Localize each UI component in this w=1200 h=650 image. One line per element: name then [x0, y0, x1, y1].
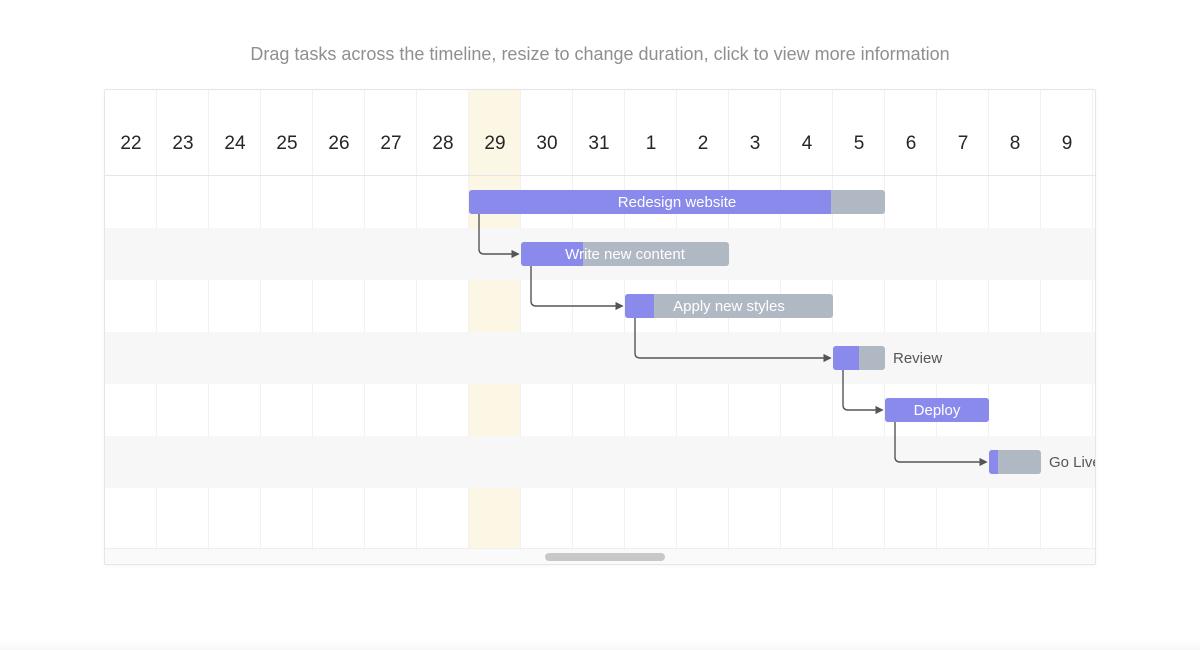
task-label: Review — [885, 346, 942, 370]
task-bar-content[interactable]: Write new content — [521, 242, 729, 266]
gantt-bars: Redesign website Write new content Apply n… — [105, 176, 1095, 548]
task-bar-golive[interactable]: Go Live — [989, 450, 1041, 474]
task-progress — [521, 242, 583, 266]
task-progress — [469, 190, 831, 214]
task-bar-styles[interactable]: Apply new styles — [625, 294, 833, 318]
task-bar-review[interactable]: Review — [833, 346, 885, 370]
horizontal-scrollbar[interactable] — [105, 548, 1095, 564]
task-progress — [625, 294, 654, 318]
instruction-caption: Drag tasks across the timeline, resize t… — [0, 0, 1200, 89]
task-progress — [989, 450, 998, 474]
scrollbar-thumb[interactable] — [545, 553, 665, 561]
gantt-chart[interactable]: 22232425262728293031123456789 Redesign w… — [104, 89, 1096, 565]
task-bar-redesign[interactable]: Redesign website — [469, 190, 885, 214]
task-progress — [885, 398, 989, 422]
task-bar-deploy[interactable]: Deploy — [885, 398, 989, 422]
task-label: Go Live — [1041, 450, 1096, 474]
task-progress — [833, 346, 859, 370]
page-floor-shadow — [0, 640, 1200, 650]
task-remaining — [625, 294, 833, 318]
